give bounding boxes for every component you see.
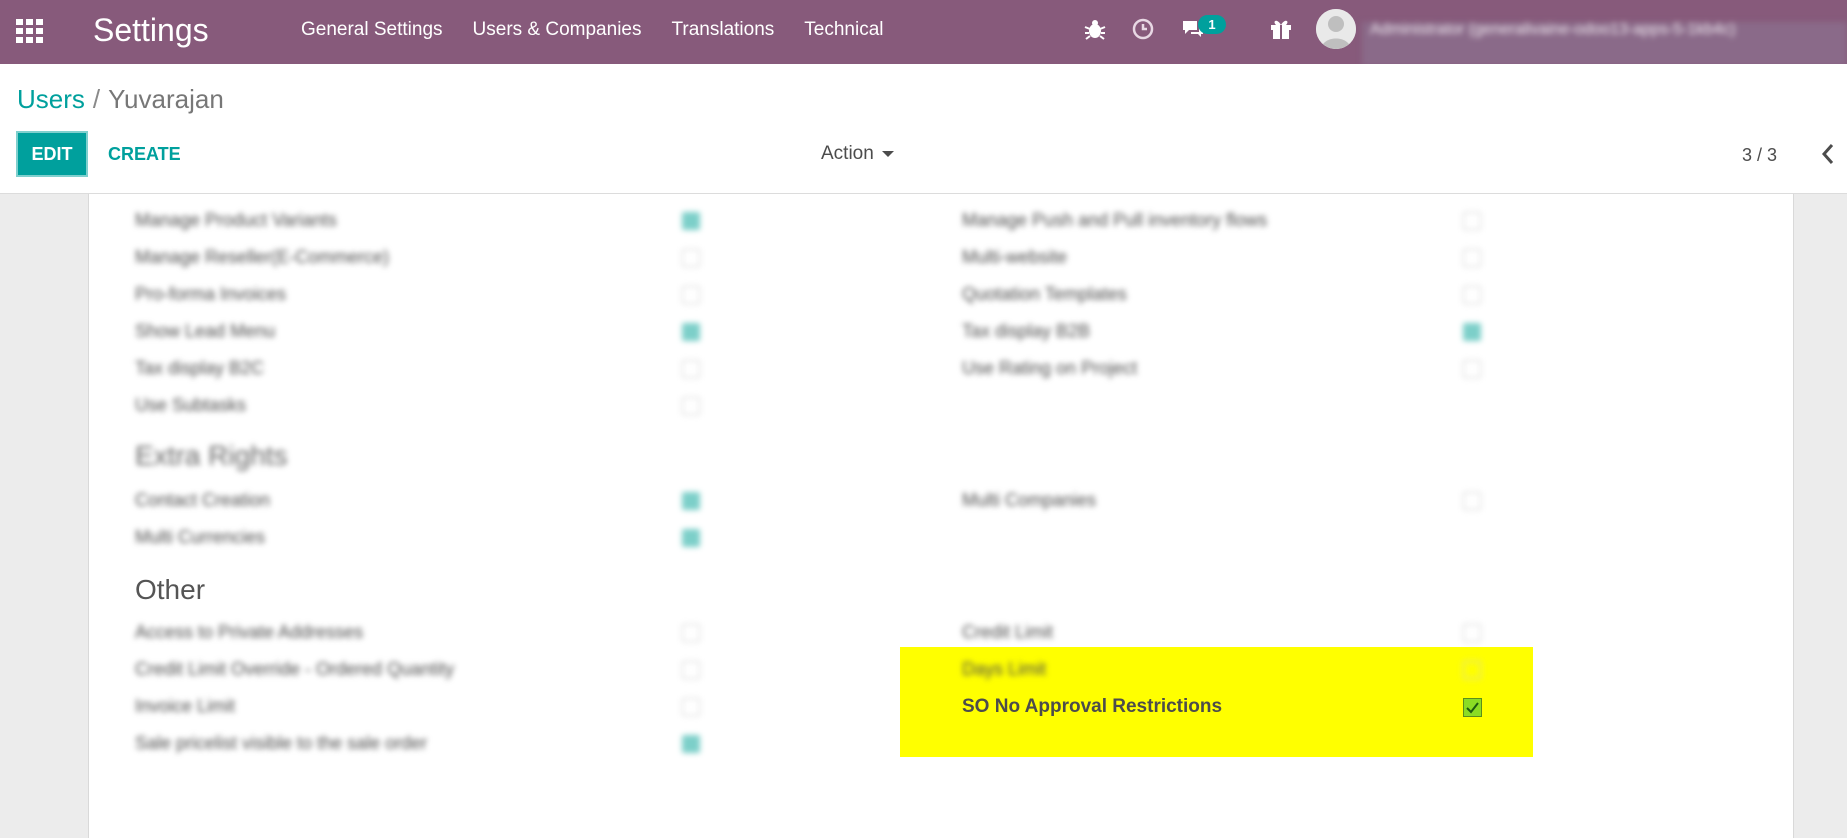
right-checkbox[interactable] (682, 624, 700, 642)
caret-down-icon (881, 150, 894, 157)
right-checkbox[interactable] (1463, 624, 1481, 642)
right-label: Show Lead Menu (135, 321, 276, 341)
right-label: Manage Reseller(E-Commerce) (135, 247, 390, 267)
gift-icon[interactable] (1268, 16, 1294, 42)
right-checkbox[interactable] (1463, 661, 1481, 679)
chat-count-badge: 1 (1198, 15, 1226, 34)
right-checkbox[interactable] (682, 492, 700, 510)
right-label: Quotation Templates (962, 284, 1127, 304)
apps-menu-icon[interactable] (16, 19, 44, 43)
right-checkbox[interactable] (682, 323, 700, 341)
breadcrumb-separator: / (92, 84, 101, 114)
right-label: Credit Limit Override - Ordered Quantity (135, 659, 455, 679)
right-checkbox[interactable] (1463, 249, 1481, 267)
right-label: Multi-website (962, 247, 1068, 267)
right-checkbox[interactable] (682, 529, 700, 547)
right-checkbox[interactable] (1463, 286, 1481, 304)
action-label: Action (821, 143, 874, 164)
app-title[interactable]: Settings (93, 12, 209, 49)
right-label: Access to Private Addresses (135, 622, 364, 642)
pager-value[interactable]: 3 / 3 (1742, 145, 1777, 166)
right-label: Multi Companies (962, 490, 1097, 510)
so-no-approval-checkbox[interactable] (1463, 698, 1482, 717)
right-label: Use Subtasks (135, 395, 247, 415)
action-dropdown[interactable]: Action (821, 143, 894, 165)
section-title-extra-rights: Extra Rights (135, 440, 288, 471)
right-label: Manage Product Variants (135, 210, 337, 230)
avatar[interactable] (1316, 9, 1356, 49)
right-label: Tax display B2B (962, 321, 1091, 341)
clock-icon[interactable] (1130, 16, 1156, 42)
chevron-left-icon[interactable] (1818, 141, 1838, 167)
user-avatar-icon (1316, 9, 1356, 49)
right-label: Sale pricelist visible to the sale order (135, 733, 428, 753)
right-checkbox[interactable] (682, 249, 700, 267)
breadcrumb: Users / Yuvarajan (17, 84, 224, 115)
main-menu: General Settings Users & Companies Trans… (301, 19, 884, 41)
control-panel: Users / Yuvarajan EDIT CREATE Action 3 / 3 (0, 64, 1847, 194)
right-label: Pro-forma Invoices (135, 284, 287, 304)
so-no-approval-label: SO No Approval Restrictions (962, 696, 1223, 717)
edit-button[interactable]: EDIT (16, 131, 88, 177)
menu-technical[interactable]: Technical (804, 19, 883, 41)
right-checkbox[interactable] (682, 212, 700, 230)
menu-translations[interactable]: Translations (671, 19, 774, 41)
right-checkbox[interactable] (682, 360, 700, 378)
right-checkbox[interactable] (682, 286, 700, 304)
right-checkbox[interactable] (1463, 323, 1481, 341)
create-button[interactable]: CREATE (108, 144, 181, 165)
right-checkbox[interactable] (682, 397, 700, 415)
right-label: Invoice Limit (135, 696, 236, 716)
checkmark-icon (1466, 702, 1479, 714)
right-label: Credit Limit (962, 622, 1054, 642)
user-menu-name[interactable]: Administrator (generalivaine-odoo13-apps… (1362, 22, 1847, 66)
right-label: Manage Push and Pull inventory flows (962, 210, 1268, 230)
right-checkbox[interactable] (682, 735, 700, 753)
menu-general-settings[interactable]: General Settings (301, 19, 443, 41)
section-title-other: Other (135, 574, 206, 605)
right-checkbox[interactable] (682, 661, 700, 679)
top-navbar: Settings General Settings Users & Compan… (0, 0, 1847, 66)
right-label: Days Limit (962, 659, 1047, 679)
right-checkbox[interactable] (1463, 492, 1481, 510)
right-checkbox[interactable] (1463, 360, 1481, 378)
breadcrumb-users-link[interactable]: Users (17, 84, 85, 114)
right-checkbox[interactable] (1463, 212, 1481, 230)
right-label: Multi Currencies (135, 527, 266, 547)
right-label: Use Rating on Project (962, 358, 1138, 378)
right-checkbox[interactable] (682, 698, 700, 716)
right-label: Contact Creation (135, 490, 271, 510)
breadcrumb-current: Yuvarajan (108, 84, 224, 114)
menu-users-companies[interactable]: Users & Companies (473, 19, 642, 41)
right-label: Tax display B2C (135, 358, 265, 378)
bug-icon[interactable] (1082, 16, 1108, 42)
